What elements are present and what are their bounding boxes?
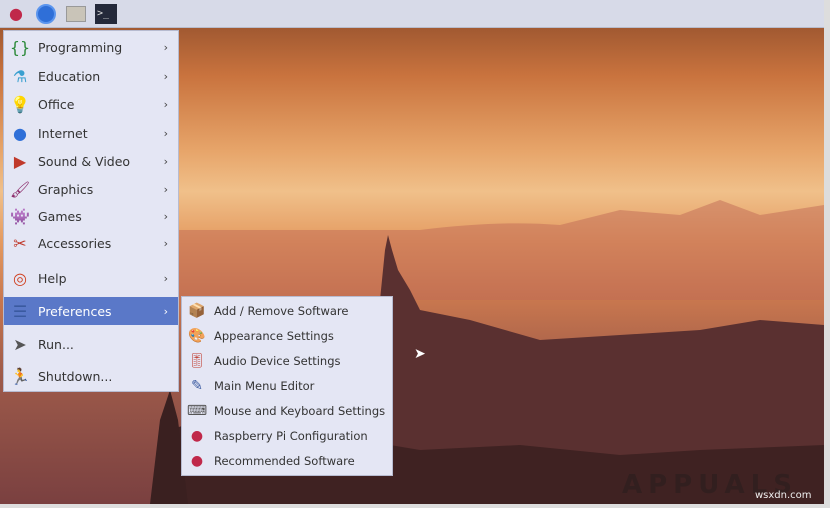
submenu-item-label: Audio Device Settings xyxy=(214,353,341,368)
submenu-item-add-remove-software[interactable]: 📦 Add / Remove Software xyxy=(182,298,392,323)
submenu-item-appearance-settings[interactable]: 🎨 Appearance Settings xyxy=(182,323,392,348)
mouse-cursor-icon: ➤ xyxy=(414,346,426,362)
menu-item-label: Preferences xyxy=(38,303,112,319)
watermark-site: wsxdn.com xyxy=(755,490,812,501)
submenu-item-label: Appearance Settings xyxy=(214,328,334,343)
chevron-right-icon: › xyxy=(163,69,168,83)
sound-video-icon: ▶ xyxy=(13,151,27,171)
web-browser-icon[interactable] xyxy=(34,2,58,26)
submenu-item-label: Main Menu Editor xyxy=(214,378,315,393)
taskbar: ● >_ xyxy=(0,0,824,28)
chevron-right-icon: › xyxy=(163,126,168,140)
accessories-icon: ✂ xyxy=(13,233,27,253)
submenu-item-label: Add / Remove Software xyxy=(214,303,349,318)
paintbrush-icon: 🖌 xyxy=(9,179,31,199)
games-icon: 👾 xyxy=(10,206,30,226)
submenu-item-label: Recommended Software xyxy=(214,453,355,468)
menu-item-label: Office xyxy=(38,96,75,112)
chevron-right-icon: › xyxy=(163,40,168,54)
chevron-right-icon: › xyxy=(163,182,168,196)
menu-item-label: Programming xyxy=(38,39,123,55)
menu-item-label: Run... xyxy=(38,336,74,352)
submenu-item-mouse-and-keyboard-settings[interactable]: ⌨ Mouse and Keyboard Settings xyxy=(182,398,392,423)
submenu-item-main-menu-editor[interactable]: ✎ Main Menu Editor xyxy=(182,373,392,398)
keyboard-icon: ⌨ xyxy=(186,402,208,419)
programming-icon: {} xyxy=(9,37,31,57)
submenu-item-label: Raspberry Pi Configuration xyxy=(214,428,368,443)
submenu-item-label: Mouse and Keyboard Settings xyxy=(214,403,386,418)
menu-item-label: Internet xyxy=(38,125,88,141)
menu-item-label: Games xyxy=(38,208,82,224)
menu-item-education[interactable]: ⚗ Education › xyxy=(4,62,178,90)
chevron-right-icon: › xyxy=(163,97,168,111)
submenu-item-recommended-software[interactable]: ● Recommended Software xyxy=(182,448,392,473)
appearance-icon: 🎨 xyxy=(188,327,206,344)
raspberry-icon: ● xyxy=(190,452,204,469)
chevron-right-icon: › xyxy=(163,209,168,223)
education-flask-icon: ⚗ xyxy=(12,66,28,86)
menu-item-shutdown[interactable]: 🏃 Shutdown... xyxy=(4,362,178,390)
terminal-icon[interactable]: >_ xyxy=(94,2,118,26)
menu-editor-icon: ✎ xyxy=(191,377,203,394)
submenu-item-audio-device-settings[interactable]: 🎚 Audio Device Settings xyxy=(182,348,392,373)
raspberry-icon: ● xyxy=(190,427,204,444)
desktop: ● >_ {} Programming › ⚗ Education › 💡 Office › ● I… xyxy=(0,0,824,504)
menu-item-label: Graphics xyxy=(38,181,94,197)
shutdown-icon: 🏃 xyxy=(10,366,30,386)
menu-item-games[interactable]: 👾 Games › xyxy=(4,202,178,230)
preferences-icon: ☰ xyxy=(12,301,28,321)
raspberry-menu-icon[interactable]: ● xyxy=(4,2,28,26)
menu-item-preferences[interactable]: ☰ Preferences › xyxy=(4,297,178,325)
menu-item-accessories[interactable]: ✂ Accessories › xyxy=(4,229,178,257)
menu-item-label: Education xyxy=(38,68,101,84)
menu-item-label: Sound & Video xyxy=(38,153,131,169)
main-menu: {} Programming › ⚗ Education › 💡 Office › ● Intern… xyxy=(3,30,179,392)
audio-icon: 🎚 xyxy=(188,352,206,369)
menu-item-sound-video[interactable]: ▶ Sound & Video › xyxy=(4,147,178,175)
office-lamp-icon: 💡 xyxy=(10,94,30,114)
menu-item-label: Accessories xyxy=(38,235,112,251)
menu-item-programming[interactable]: {} Programming › xyxy=(4,33,178,61)
preferences-submenu: 📦 Add / Remove Software 🎨 Appearance Settin… xyxy=(181,296,393,476)
menu-item-internet[interactable]: ● Internet › xyxy=(4,119,178,147)
help-lifebuoy-icon: ◎ xyxy=(13,268,27,288)
menu-item-help[interactable]: ◎ Help › xyxy=(4,264,178,292)
file-manager-icon[interactable] xyxy=(64,2,88,26)
menu-item-label: Shutdown... xyxy=(38,368,113,384)
submenu-item-raspberry-pi-configuration[interactable]: ● Raspberry Pi Configuration xyxy=(182,423,392,448)
package-icon: 📦 xyxy=(188,302,206,319)
menu-item-run[interactable]: ➤ Run... xyxy=(4,330,178,358)
chevron-right-icon: › xyxy=(163,236,168,250)
run-icon: ➤ xyxy=(13,334,27,354)
globe-icon: ● xyxy=(13,123,27,143)
menu-item-office[interactable]: 💡 Office › xyxy=(4,90,178,118)
menu-item-label: Help xyxy=(38,270,67,286)
chevron-right-icon: › xyxy=(163,154,168,168)
chevron-right-icon: › xyxy=(163,304,168,318)
chevron-right-icon: › xyxy=(163,271,168,285)
menu-item-graphics[interactable]: 🖌 Graphics › xyxy=(4,175,178,203)
